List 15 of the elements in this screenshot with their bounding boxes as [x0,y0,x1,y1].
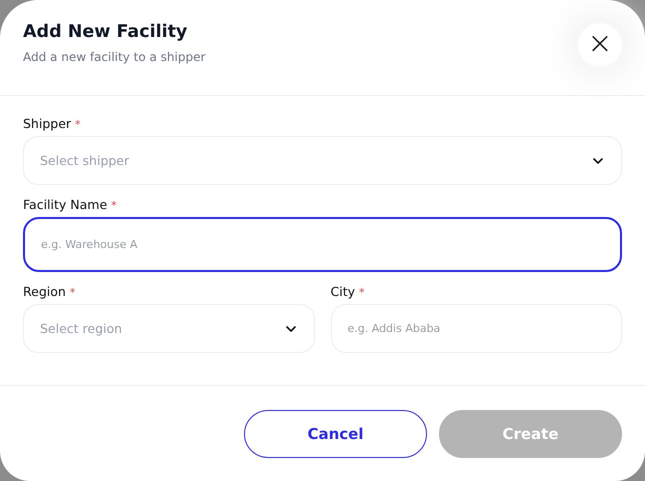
required-mark: * [111,199,117,212]
cancel-button[interactable]: Cancel [244,410,427,458]
required-mark: * [359,286,364,299]
select-field[interactable]: Select shipper [23,136,622,185]
required-mark: * [75,118,81,131]
field-label: Region [23,284,66,299]
field-label: Shipper [23,116,72,131]
required-mark: * [70,286,76,299]
input-field[interactable]: e.g. Warehouse A [23,217,622,272]
close-button[interactable]: × [578,23,622,67]
field-label: Facility Name [23,197,108,212]
select-field[interactable]: Select region [23,304,314,353]
dialog-subtitle: Add a new facility to a shipper [23,50,206,64]
dialog-title: Add New Facility [23,22,188,42]
field-label: City [330,284,355,299]
